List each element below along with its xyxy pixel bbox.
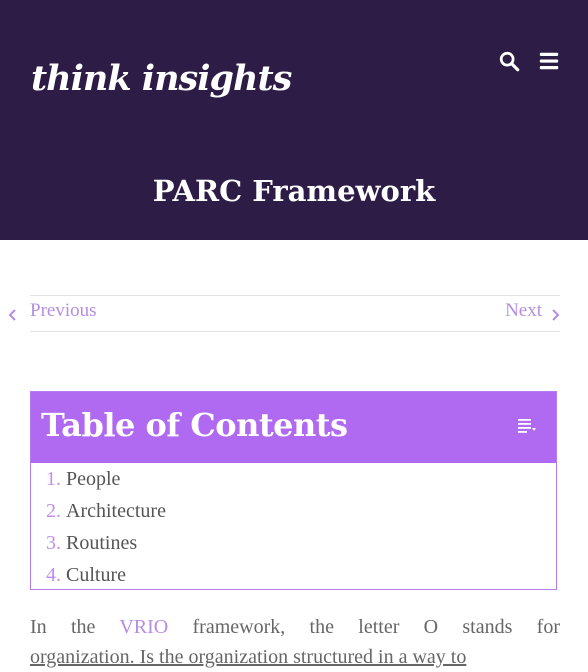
page-title: PARC Framework (152, 174, 436, 208)
next-link[interactable]: Next (505, 300, 542, 322)
hamburger-menu-icon[interactable] (538, 50, 560, 72)
site-logo[interactable]: think insights (31, 58, 292, 99)
toc-item-architecture[interactable]: Architecture (66, 500, 166, 522)
toc-item-people[interactable]: People (66, 468, 120, 490)
toc-item-number: 1. (46, 468, 61, 490)
toc-item-number: 2. (46, 500, 61, 522)
list-toggle-icon[interactable] (518, 419, 536, 433)
toc-item[interactable]: 4. Culture (46, 560, 166, 592)
toc-item-number: 3. (46, 532, 61, 554)
article-paragraph: In the VRIO framework, the letter O stan… (30, 612, 560, 672)
chevron-left-icon[interactable] (8, 309, 18, 321)
toc-title: Table of Contents (41, 406, 348, 444)
toc-item[interactable]: 3. Routines (46, 528, 166, 560)
header-icons (498, 50, 560, 72)
previous-link[interactable]: Previous (30, 300, 97, 322)
toc-item-routines[interactable]: Routines (66, 532, 137, 554)
toc-item[interactable]: 1. People (46, 464, 166, 496)
article-text: framework, the letter O stands for (168, 616, 561, 638)
article-line-1: In the VRIO framework, the letter O stan… (30, 612, 560, 642)
article-line-2: organization. Is the organization struct… (30, 646, 467, 668)
chevron-right-icon[interactable] (550, 309, 560, 321)
toc-list: 1. People 2. Architecture 3. Routines 4. Cul… (46, 464, 166, 592)
table-of-contents: Table of Contents 1. People 2. Architectur… (30, 391, 557, 590)
toc-header: Table of Contents (31, 392, 556, 463)
site-header: think insights PARC Framework (0, 0, 588, 240)
vrio-link[interactable]: VRIO (119, 616, 168, 638)
article-text: In the (30, 616, 120, 638)
search-icon[interactable] (498, 50, 520, 72)
toc-item-number: 4. (46, 564, 61, 586)
post-navigation: Previous Next (8, 295, 560, 332)
toc-item-culture[interactable]: Culture (66, 564, 126, 586)
toc-item[interactable]: 2. Architecture (46, 496, 166, 528)
